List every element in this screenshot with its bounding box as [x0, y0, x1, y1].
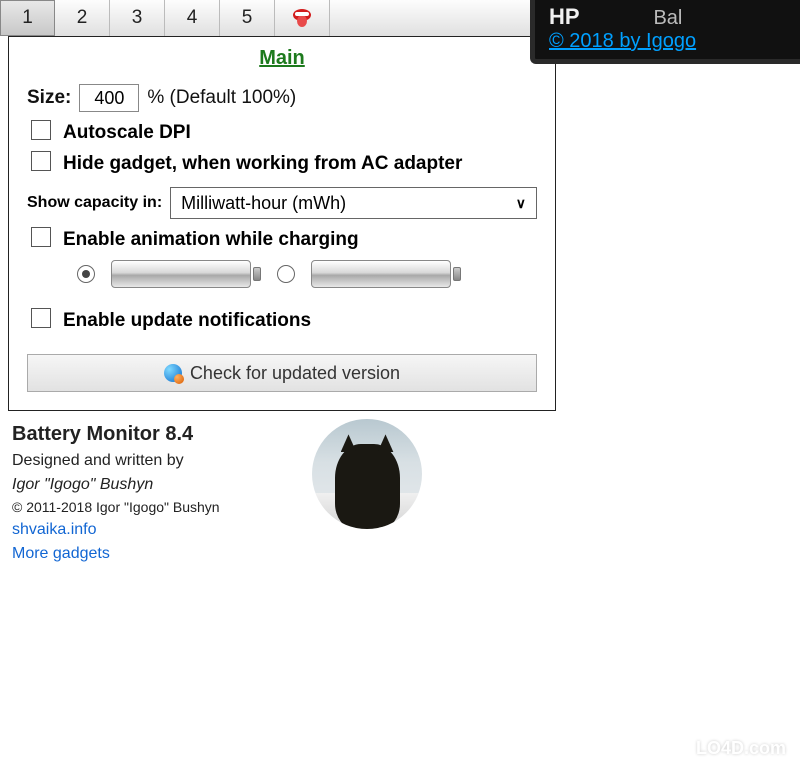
- overlay-credit-link[interactable]: © 2018 by Igogo: [549, 30, 696, 52]
- tab-tongue[interactable]: [275, 0, 330, 36]
- size-suffix: % (Default 100%): [147, 87, 296, 109]
- tab-2[interactable]: 2: [55, 0, 110, 36]
- about-link-more[interactable]: More gadgets: [12, 542, 800, 566]
- anim-style-1-radio[interactable]: [77, 265, 95, 283]
- update-notif-checkbox[interactable]: [31, 308, 51, 328]
- animation-checkbox[interactable]: [31, 227, 51, 247]
- globe-download-icon: [164, 364, 182, 382]
- tab-3[interactable]: 3: [110, 0, 165, 36]
- anim-style-2-radio[interactable]: [277, 265, 295, 283]
- author-avatar: [312, 419, 422, 529]
- size-label: Size:: [27, 87, 71, 109]
- overlay-hp-label: HP: [549, 4, 649, 30]
- capacity-select[interactable]: Milliwatt-hour (mWh) ∨: [170, 187, 537, 219]
- about-block: Battery Monitor 8.4 Designed and written…: [12, 419, 800, 566]
- watermark: LO4D.com: [696, 738, 786, 759]
- update-notif-label: Enable update notifications: [63, 308, 311, 335]
- check-updates-button[interactable]: Check for updated version: [27, 354, 537, 392]
- hide-gadget-checkbox[interactable]: [31, 151, 51, 171]
- hide-gadget-label: Hide gadget, when working from AC adapte…: [63, 151, 462, 178]
- tongue-icon: [291, 7, 313, 29]
- animation-label: Enable animation while charging: [63, 227, 359, 254]
- battery-preview-1: [111, 260, 261, 288]
- autoscale-label: Autoscale DPI: [63, 120, 191, 147]
- battery-preview-2: [311, 260, 461, 288]
- tab-1[interactable]: 1: [0, 0, 55, 36]
- settings-panel: Main Size: % (Default 100%) Autoscale DP…: [8, 36, 556, 411]
- autoscale-checkbox[interactable]: [31, 120, 51, 140]
- capacity-label: Show capacity in:: [27, 194, 162, 212]
- size-input[interactable]: [79, 84, 139, 112]
- check-updates-label: Check for updated version: [190, 363, 400, 384]
- cat-icon: [335, 444, 400, 529]
- tab-4[interactable]: 4: [165, 0, 220, 36]
- capacity-value: Milliwatt-hour (mWh): [181, 193, 346, 214]
- tab-5[interactable]: 5: [220, 0, 275, 36]
- overlay-bal-label: Bal: [653, 7, 682, 30]
- main-heading: Main: [27, 47, 537, 70]
- chevron-down-icon: ∨: [516, 195, 526, 212]
- overlay-panel: HP Bal © 2018 by Igogo: [530, 0, 800, 64]
